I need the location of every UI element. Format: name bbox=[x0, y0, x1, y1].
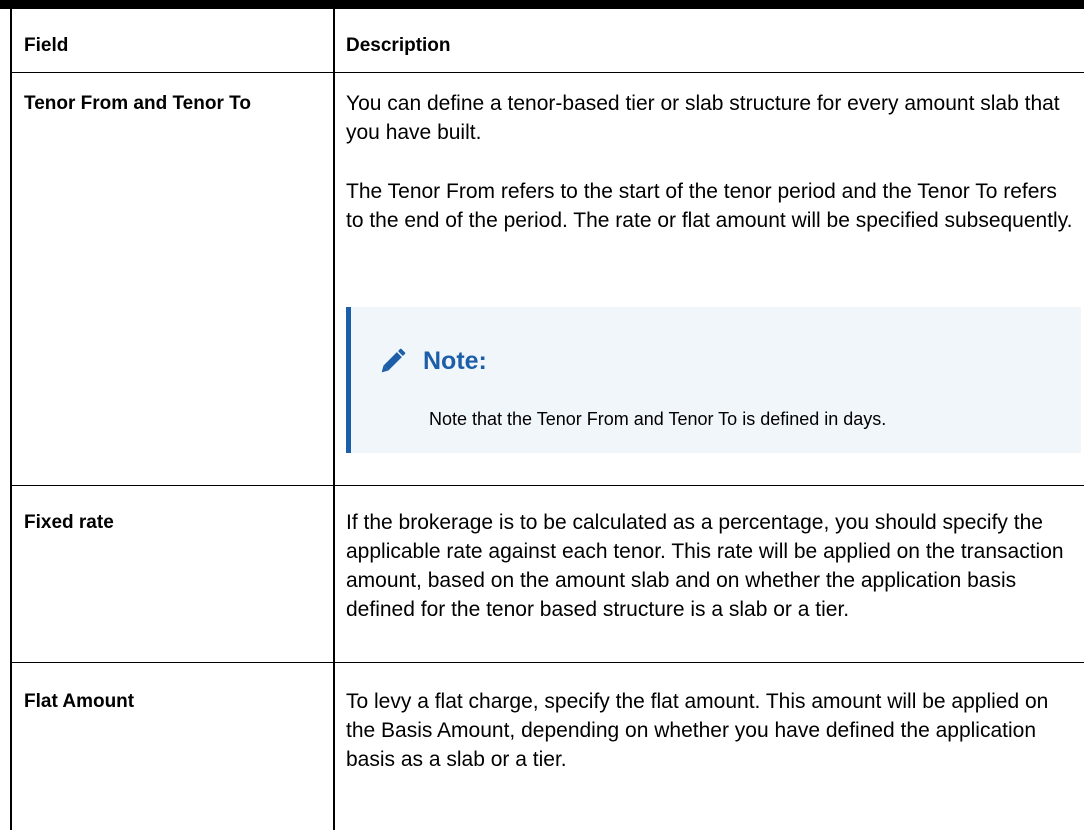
note-title: Note: bbox=[423, 347, 487, 375]
header-field: Field bbox=[24, 35, 69, 56]
row-flat-amount-field: Flat Amount bbox=[24, 691, 135, 712]
header-description: Description bbox=[346, 35, 451, 56]
row-divider-1 bbox=[10, 485, 1084, 486]
row-fixed-rate-description: If the brokerage is to be calculated as … bbox=[346, 511, 1064, 621]
note-box: Note: Note that the Tenor From and Tenor… bbox=[346, 307, 1081, 453]
header-divider bbox=[10, 72, 1084, 73]
row-tenor-field: Tenor From and Tenor To bbox=[24, 93, 251, 114]
note-text: Note that the Tenor From and Tenor To is… bbox=[429, 409, 887, 429]
row-tenor-paragraph-2: The Tenor From refers to the start of th… bbox=[346, 180, 1073, 232]
pencil-icon bbox=[381, 348, 406, 373]
row-tenor-paragraph-1: You can define a tenor-based tier or sla… bbox=[346, 92, 1060, 144]
row-divider-2 bbox=[10, 662, 1084, 663]
note-heading: Note: bbox=[377, 345, 487, 377]
row-flat-amount-description: To levy a flat charge, specify the flat … bbox=[346, 690, 1049, 771]
row-fixed-rate-field: Fixed rate bbox=[24, 512, 114, 533]
table-top-rule bbox=[0, 0, 1084, 9]
table-left-border bbox=[10, 9, 12, 830]
table-column-divider bbox=[333, 9, 335, 830]
